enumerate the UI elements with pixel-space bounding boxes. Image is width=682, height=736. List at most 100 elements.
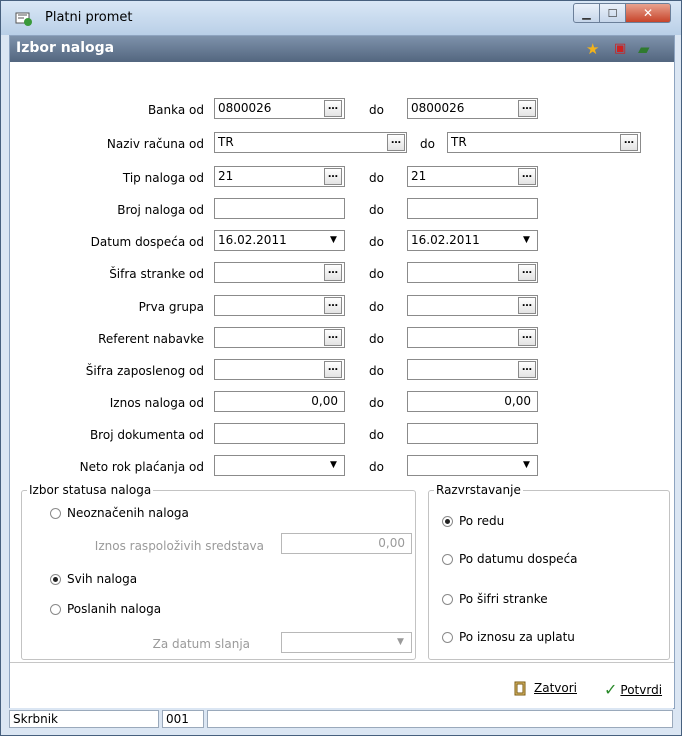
banka-label: Banka od <box>147 103 204 117</box>
neto-rok-label: Neto rok plaćanja od <box>79 460 204 474</box>
window-title: Platni promet <box>45 10 133 25</box>
broj-from-field[interactable] <box>214 198 345 219</box>
confirm-button-label: Potvrdi <box>620 682 663 697</box>
referent-to-lookup-button[interactable]: … <box>518 329 536 346</box>
sifra-stranke-to-lookup-button[interactable]: … <box>518 264 536 281</box>
title-bar: Platni promet ▁ ☐ ✕ <box>1 1 681 35</box>
tip-label: Tip naloga od <box>122 171 204 185</box>
star-icon[interactable]: ★ <box>586 40 599 58</box>
sifra-zaposlenog-from-lookup-button[interactable]: … <box>324 361 342 378</box>
sort-group-legend: Razvrstavanje <box>434 483 523 497</box>
broj-to-field[interactable] <box>407 198 538 219</box>
do-label: do <box>369 300 384 314</box>
section-title: Izbor naloga <box>16 40 115 56</box>
close-button[interactable]: Zatvori <box>512 680 577 696</box>
radio-label: Po iznosu za uplatu <box>459 630 575 644</box>
do-label: do <box>369 332 384 346</box>
do-label: do <box>369 235 384 249</box>
status-code: 001 <box>162 710 204 728</box>
radio-selected-icon <box>442 515 453 527</box>
datum-from-dropdown-icon[interactable]: ▼ <box>325 232 342 249</box>
minimize-button[interactable]: ▁ <box>573 3 600 23</box>
footer-divider <box>10 662 674 663</box>
do-label: do <box>369 171 384 185</box>
maximize-button[interactable]: ☐ <box>600 3 626 23</box>
banka-to-lookup-button[interactable]: … <box>518 100 536 117</box>
status-group-legend: Izbor statusa naloga <box>27 483 154 497</box>
prva-grupa-to-lookup-button[interactable]: … <box>518 297 536 314</box>
sifra-zaposlenog-label: Šifra zaposlenog od <box>85 364 204 378</box>
naziv-to-lookup-button[interactable]: … <box>620 134 638 151</box>
broj-dokumenta-from-field[interactable] <box>214 423 345 444</box>
app-icon <box>15 12 32 26</box>
radio-label: Po šifri stranke <box>459 592 548 606</box>
referent-label: Referent nabavke <box>98 332 204 346</box>
prva-grupa-label: Prva grupa <box>138 300 204 314</box>
do-label: do <box>369 103 384 117</box>
radio-selected-icon <box>50 573 61 585</box>
radio-label: Po redu <box>459 514 505 528</box>
tip-from-lookup-button[interactable]: … <box>324 168 342 185</box>
radio-po-redu[interactable]: Po redu <box>442 514 504 528</box>
tip-to-lookup-button[interactable]: … <box>518 168 536 185</box>
broj-dokumenta-label: Broj dokumenta od <box>89 428 204 442</box>
dialog-body: Izbor naloga ★ ▣ ▰ Banka od 0800026 … do… <box>9 35 675 709</box>
iznos-sredstava-label: Iznos raspoloživih sredstava <box>94 539 264 553</box>
radio-circle-icon <box>50 603 61 615</box>
iznos-label: Iznos naloga od <box>109 396 204 410</box>
status-user: Skrbnik <box>9 710 159 728</box>
door-icon <box>514 681 526 696</box>
radio-svih[interactable]: Svih naloga <box>50 572 137 586</box>
do-label: do <box>369 364 384 378</box>
status-bar: Skrbnik 001 <box>9 708 673 730</box>
radio-neoznacenih[interactable]: Neoznačenih naloga <box>50 506 189 520</box>
broj-dokumenta-to-field[interactable] <box>407 423 538 444</box>
radio-label: Poslanih naloga <box>67 602 162 616</box>
do-label: do <box>369 203 384 217</box>
banka-from-lookup-button[interactable]: … <box>324 100 342 117</box>
status-empty-cell <box>207 710 673 728</box>
sifra-stranke-label: Šifra stranke od <box>109 267 204 281</box>
iznos-from-field[interactable]: 0,00 <box>214 391 345 412</box>
do-label: do <box>369 460 384 474</box>
za-datum-dropdown-icon[interactable]: ▼ <box>392 634 409 651</box>
radio-label: Po datumu dospeća <box>459 552 578 566</box>
do-label: do <box>420 137 435 151</box>
radio-circle-icon <box>442 553 453 565</box>
app-window: Platni promet ▁ ☐ ✕ Izbor naloga ★ ▣ ▰ B… <box>0 0 682 736</box>
za-datum-label: Za datum slanja <box>152 637 250 651</box>
do-label: do <box>369 396 384 410</box>
do-label: do <box>369 267 384 281</box>
radio-po-sifri[interactable]: Po šifri stranke <box>442 592 548 606</box>
iznos-to-field[interactable]: 0,00 <box>407 391 538 412</box>
section-header: Izbor naloga ★ ▣ ▰ <box>10 36 674 62</box>
pdf-icon[interactable]: ▣ <box>614 41 626 56</box>
radio-circle-icon <box>442 593 453 605</box>
naziv-label: Naziv računa od <box>106 137 204 151</box>
datum-label: Datum dospeća od <box>90 235 204 249</box>
naziv-from-lookup-button[interactable]: … <box>387 134 405 151</box>
broj-label: Broj naloga od <box>117 203 204 217</box>
radio-label: Svih naloga <box>67 572 138 586</box>
neto-rok-to-dropdown-icon[interactable]: ▼ <box>518 457 535 474</box>
checkmark-icon: ✓ <box>604 680 618 699</box>
radio-label: Neoznačenih naloga <box>67 506 189 520</box>
naziv-to-field[interactable]: TR <box>447 132 641 153</box>
iznos-sredstava-field[interactable]: 0,00 <box>281 533 412 554</box>
radio-po-datumu[interactable]: Po datumu dospeća <box>442 552 578 566</box>
radio-circle-icon <box>50 507 61 519</box>
book-icon[interactable]: ▰ <box>638 40 650 58</box>
do-label: do <box>369 428 384 442</box>
datum-to-dropdown-icon[interactable]: ▼ <box>518 232 535 249</box>
radio-poslanih[interactable]: Poslanih naloga <box>50 602 161 616</box>
sifra-zaposlenog-to-lookup-button[interactable]: … <box>518 361 536 378</box>
confirm-button[interactable]: ✓ Potvrdi <box>604 680 662 699</box>
close-button-label: Zatvori <box>534 681 577 695</box>
neto-rok-from-dropdown-icon[interactable]: ▼ <box>325 457 342 474</box>
naziv-from-field[interactable]: TR <box>214 132 407 153</box>
radio-po-iznosu[interactable]: Po iznosu za uplatu <box>442 630 575 644</box>
sifra-stranke-from-lookup-button[interactable]: … <box>324 264 342 281</box>
referent-from-lookup-button[interactable]: … <box>324 329 342 346</box>
prva-grupa-from-lookup-button[interactable]: … <box>324 297 342 314</box>
close-window-button[interactable]: ✕ <box>626 3 671 23</box>
